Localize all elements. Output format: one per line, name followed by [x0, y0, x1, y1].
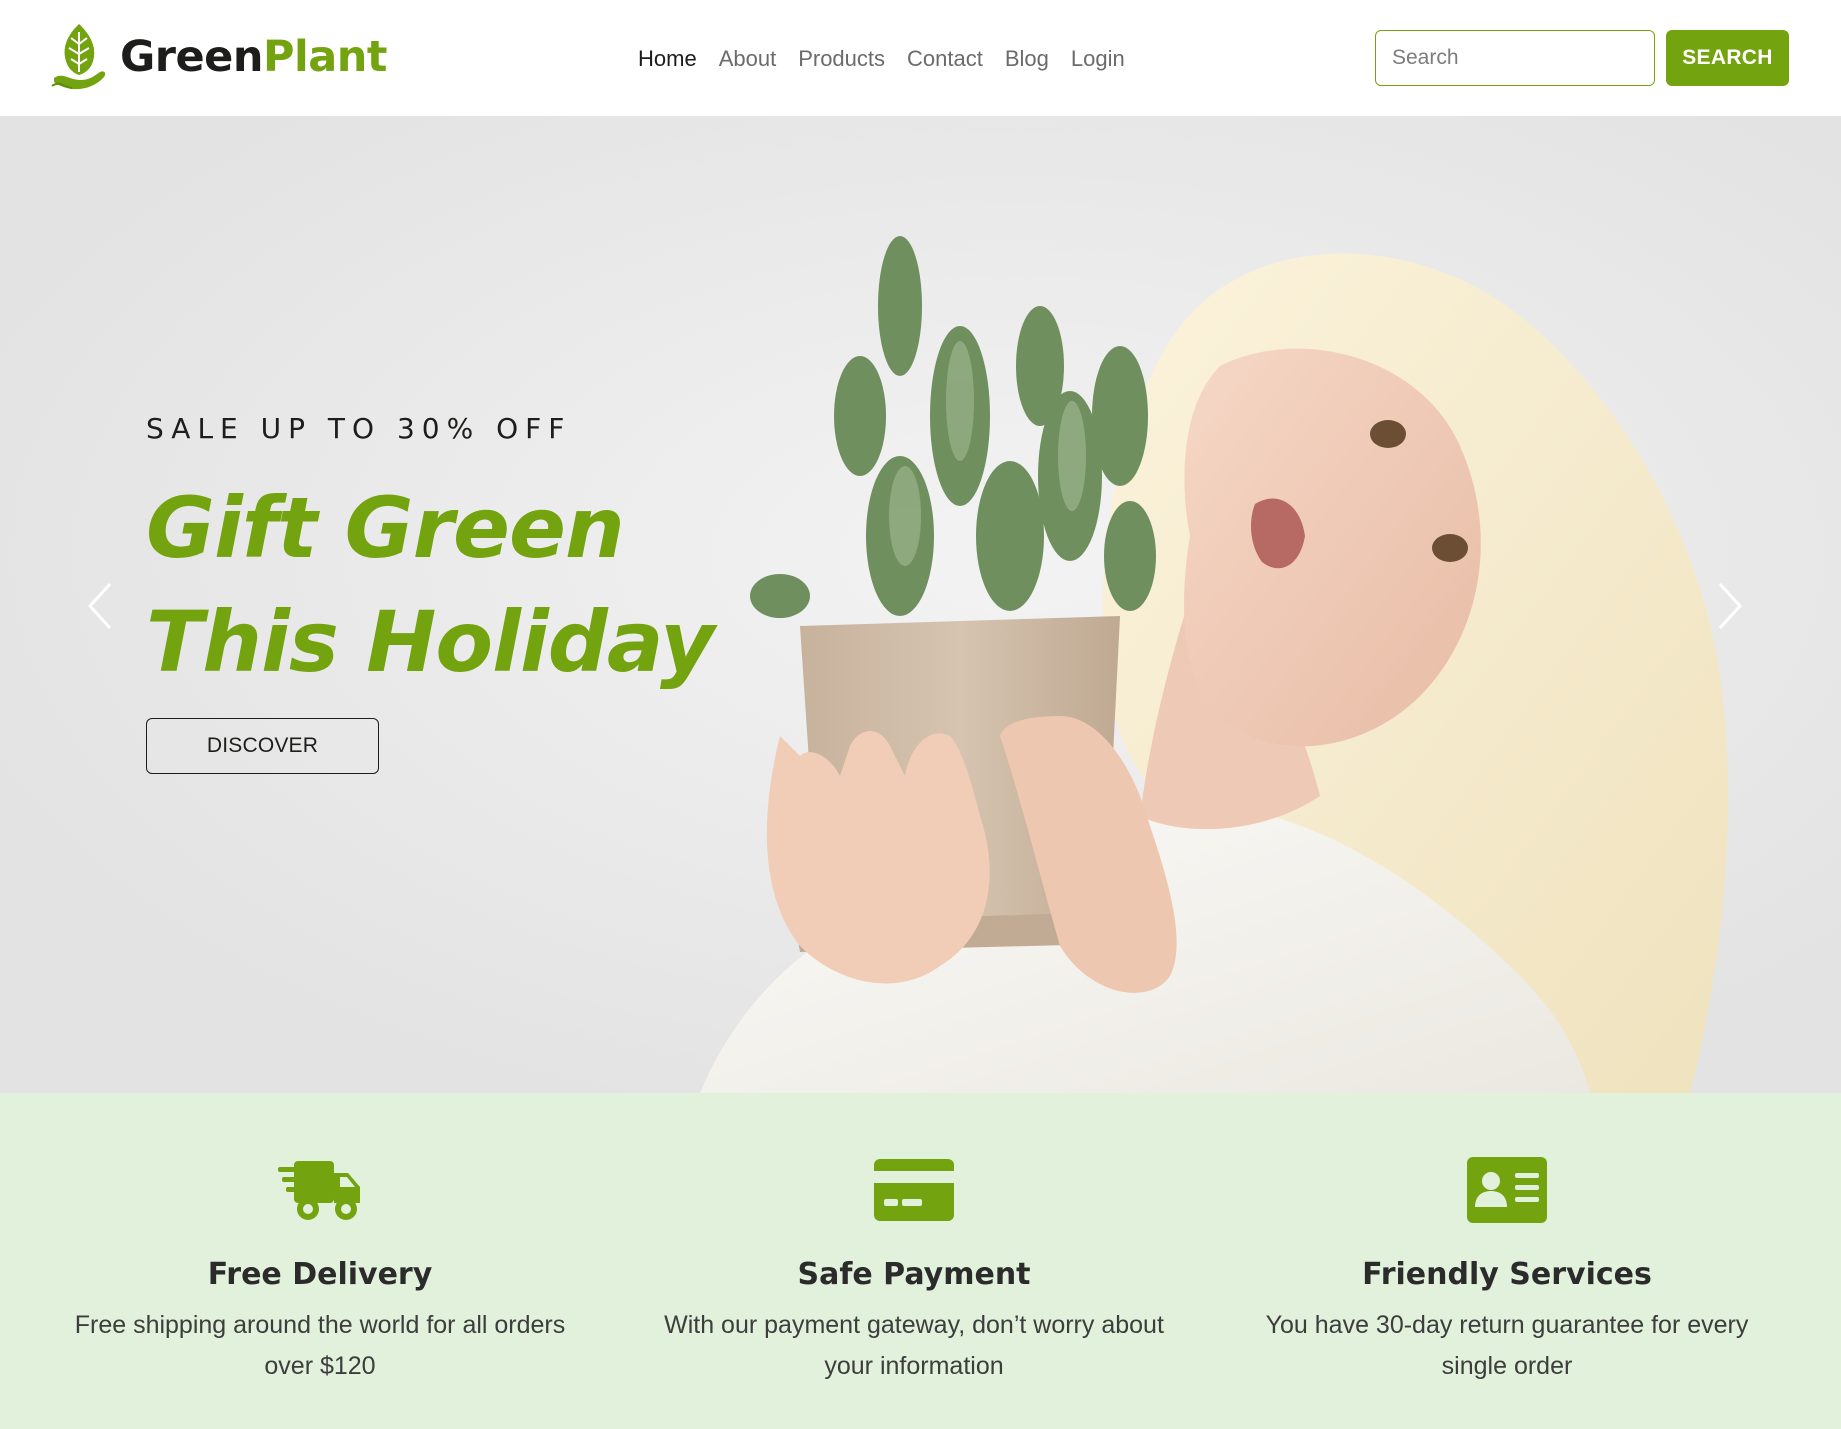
hero-carousel: SALE UP TO 30% OFF Gift Green This Holid… [0, 116, 1841, 1093]
hero-headline: Gift Green This Holiday [146, 471, 715, 699]
brand-logo[interactable]: GreenPlant [50, 22, 387, 92]
nav-products[interactable]: Products [787, 44, 896, 74]
feature-title: Safe Payment [797, 1257, 1031, 1292]
id-card-icon [1467, 1157, 1547, 1223]
feature-description: With our payment gateway, don’t worry ab… [614, 1305, 1214, 1387]
navbar: GreenPlant Home About Products Contact B… [0, 0, 1841, 116]
hero-eyebrow: SALE UP TO 30% OFF [146, 412, 572, 445]
search-input[interactable] [1375, 30, 1655, 86]
hero-headline-line2: This Holiday [146, 593, 715, 691]
nav-blog[interactable]: Blog [994, 44, 1060, 74]
features-section: Free Delivery Free shipping around the w… [0, 1093, 1841, 1429]
hero-text: SALE UP TO 30% OFF Gift Green This Holid… [146, 412, 715, 699]
search-button[interactable]: SEARCH [1666, 30, 1789, 86]
feature-description-line2: single order [1441, 1352, 1573, 1380]
chevron-right-icon [1718, 582, 1743, 630]
feature-description-line2: your information [824, 1352, 1004, 1380]
feature-description-line1: You have 30-day return guarantee for eve… [1265, 1311, 1749, 1339]
brand-name-part1: Green [120, 32, 263, 82]
leaf-hand-icon [51, 24, 106, 90]
truck-fast-icon [278, 1161, 360, 1220]
feature-description: Free shipping around the world for all o… [20, 1305, 620, 1387]
nav-login[interactable]: Login [1060, 44, 1136, 74]
carousel-next-button[interactable] [1710, 576, 1750, 636]
feature-description: You have 30-day return guarantee for eve… [1207, 1305, 1807, 1387]
feature-description-line2: over $120 [264, 1352, 376, 1380]
nav-about[interactable]: About [708, 44, 788, 74]
hero-headline-line1: Gift Green [146, 479, 625, 577]
nav-home[interactable]: Home [627, 44, 708, 74]
nav-contact[interactable]: Contact [896, 44, 994, 74]
main-nav: Home About Products Contact Blog Login [627, 44, 1136, 74]
feature-title: Friendly Services [1362, 1257, 1652, 1292]
feature-description-line1: With our payment gateway, don’t worry ab… [664, 1311, 1164, 1339]
credit-card-icon [874, 1159, 954, 1221]
feature-title: Free Delivery [207, 1257, 433, 1292]
brand-name: GreenPlant [120, 32, 387, 82]
discover-button[interactable]: DISCOVER [146, 718, 379, 774]
chevron-left-icon [87, 582, 112, 630]
feature-description-line1: Free shipping around the world for all o… [74, 1311, 566, 1339]
carousel-prev-button[interactable] [80, 576, 120, 636]
brand-name-part2: Plant [262, 32, 387, 82]
